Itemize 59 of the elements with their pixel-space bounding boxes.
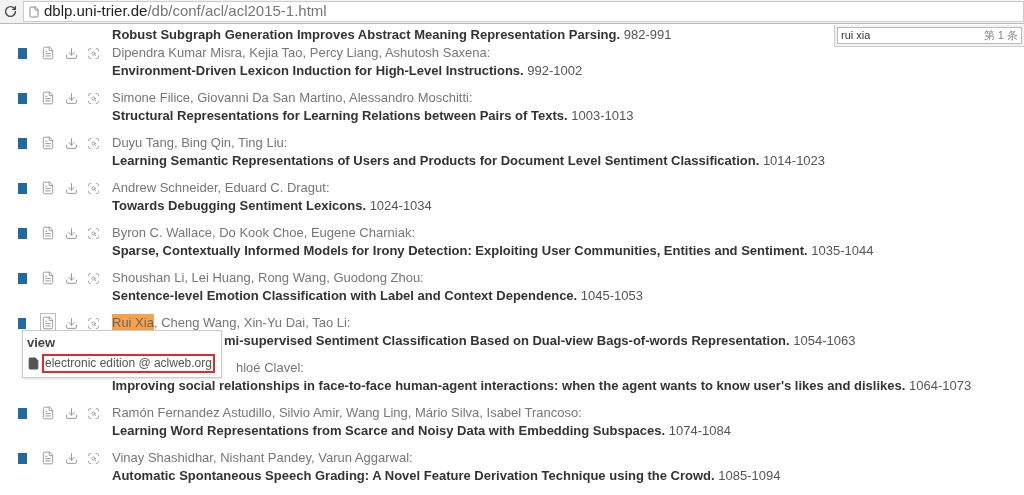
magnifier-icon[interactable] (87, 406, 100, 420)
author-list: Byron C. Wallace, Do Kook Choe, Eugene Charniak: (112, 224, 415, 242)
author-list: hloé Clavel: (236, 359, 304, 377)
download-icon[interactable] (65, 181, 78, 195)
author-list: Shoushan Li, Lei Huang, Rong Wang, Guodong Zhou: (112, 269, 424, 287)
magnifier-icon[interactable] (87, 136, 100, 150)
author-list: Duyu Tang, Bing Qin, Ting Liu: (112, 134, 288, 152)
magnifier-icon[interactable] (87, 271, 100, 285)
bullet-square (18, 182, 27, 194)
paper-title: Sentence-level Emotion Classification with Label and Context Dependence. 1045-1053 (112, 287, 643, 305)
edition-link[interactable]: electronic edition @ aclweb.org (42, 354, 215, 373)
document-icon (27, 357, 40, 370)
paper-title: Learning Word Representations from Scarce and Noisy Data with Embedding Subspaces. 1074-1084 (112, 422, 731, 440)
download-icon[interactable] (65, 451, 78, 465)
bullet-square (18, 272, 27, 284)
popup-heading: view (27, 335, 57, 351)
download-icon[interactable] (65, 406, 78, 420)
paper-title: Sparse, Contextually Informed Models for Irony Detection: Exploiting User Communities, Entities and Sentiment. 1035-1044 (112, 242, 874, 260)
paper-title: Automatic Spontaneous Speech Grading: A Novel Feature Derivation Technique using the Crowd. 1085-1094 (112, 467, 781, 485)
paper-title: Environment-Driven Lexicon Induction for High-Level Instructions. 992-1002 (112, 62, 583, 80)
page-icon (28, 5, 40, 18)
author-list: Dipendra Kumar Misra, Kejia Tao, Percy Liang, Ashutosh Saxena: (112, 44, 491, 62)
download-icon[interactable] (65, 271, 78, 285)
author-list: Andrew Schneider, Eduard C. Dragut: (112, 179, 330, 197)
download-icon[interactable] (65, 226, 78, 240)
magnifier-icon[interactable] (87, 91, 100, 105)
bullet-square (18, 47, 27, 59)
bullet-square (18, 227, 27, 239)
document-icon[interactable] (40, 313, 56, 333)
paper-title: Learning Semantic Representations of Users and Products for Document Level Sentiment Classification. 1014-1023 (112, 152, 826, 170)
paper-title: Robust Subgraph Generation Improves Abstract Meaning Representation Parsing. 982-991 (112, 26, 672, 44)
paper-title: Improving social relationships in face-to-face human-agent interactions: when the agent wants to know user's likes and dislikes. 1064-1073 (112, 377, 972, 395)
author-list: Vinay Shashidhar, Nishant Pandey, Varun Aggarwal: (112, 449, 413, 467)
paper-title: mi-supervised Sentiment Classification Based on Dual-view Bags-of-words Representation. 1054-1063 (224, 332, 856, 350)
author-list: Simone Filice, Giovanni Da San Martino, Alessandro Moschitti: (112, 89, 473, 107)
magnifier-icon[interactable] (87, 451, 100, 465)
download-icon[interactable] (65, 91, 78, 105)
url-domain: dblp.uni-trier.de (44, 2, 148, 20)
bullet-square (18, 137, 27, 149)
download-icon[interactable] (65, 136, 78, 150)
url-path: /db/conf/acl/acl2015-1.html (147, 2, 327, 20)
magnifier-icon[interactable] (87, 181, 100, 195)
paper-title: Structural Representations for Learning Relations between Pairs of Texts. 1003-1013 (112, 107, 634, 125)
magnifier-icon[interactable] (87, 226, 100, 240)
bullet-square (18, 317, 26, 329)
download-icon[interactable] (65, 46, 78, 60)
download-icon[interactable] (65, 316, 78, 330)
bullet-square (18, 452, 27, 464)
author-list: , Cheng Wang, Xin-Yu Dai, Tao Li: (153, 314, 351, 332)
paper-title: Towards Debugging Sentiment Lexicons. 1024-1034 (112, 197, 432, 215)
bullet-square (18, 407, 27, 419)
url-field[interactable]: dblp.uni-trier.de/db/conf/acl/acl2015-1.html (23, 1, 1024, 22)
match-count: 第 1 条 (983, 28, 1018, 44)
find-field[interactable]: rui xia 第 1 条 (837, 27, 1022, 44)
bullet-square (18, 92, 27, 104)
author-list: Ramón Fernandez Astudillo, Silvio Amir, Wang Ling, Mário Silva, Isabel Trancoso: (112, 404, 582, 422)
reload-icon[interactable] (4, 5, 17, 18)
magnifier-icon[interactable] (87, 46, 100, 60)
magnifier-icon[interactable] (87, 316, 100, 330)
